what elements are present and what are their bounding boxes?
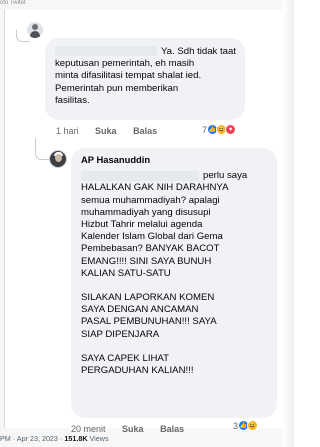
timestamp: 1 hari	[56, 126, 79, 136]
comment-bubble-1: Ya. Sdh tidak taat keputusan pemerintah,…	[45, 38, 245, 120]
redacted-name	[55, 46, 157, 57]
comment-line: SILAKAN LAPORKAN KOMEN	[81, 292, 215, 304]
comment-line: keputusan pemerintah, eh masih	[55, 58, 195, 70]
comment-line: perlu saya	[81, 170, 267, 182]
comment-line: PASAL PEMBUNUHAN!!! SAYA	[81, 316, 217, 328]
views-label: Views	[87, 434, 109, 443]
top-caption: oto Twitet	[0, 0, 26, 6]
comment-line: semua muhammadiyah? apalagi	[81, 194, 220, 206]
tweet-timestamp[interactable]: PM · Apr 23, 2023 ·	[0, 434, 64, 443]
comment-line: Pembebasan? BANYAK BACOT	[81, 243, 220, 255]
comment-line: muhammadiyah yang disusupi	[81, 206, 211, 218]
page-edge	[282, 0, 294, 447]
comment-line: SAYA DENGAN ANCAMAN	[81, 304, 199, 316]
comment-meta-2: 20 menit Suka Balas	[71, 424, 198, 434]
comment-meta-1: 1 hari Suka Balas	[56, 126, 171, 136]
comment-line: Pemerintah pun memberikan	[55, 82, 179, 94]
embedded-photo[interactable]: Ya. Sdh tidak taat keputusan pemerintah,…	[4, 10, 282, 434]
like-button[interactable]: Suka	[122, 424, 144, 434]
comment-author[interactable]: AP Hasanuddin	[81, 154, 267, 166]
view-count: 151.8K	[64, 434, 88, 443]
reply-button[interactable]: Balas	[133, 126, 157, 136]
avatar[interactable]	[49, 150, 67, 168]
reaction-summary[interactable]: 7 👍 😆 ♥	[202, 124, 237, 135]
comment-line: minta difasilitasi tempat shalat ied.	[55, 70, 202, 82]
comment-line: Ya. Sdh tidak taat	[55, 46, 236, 58]
timestamp: 20 menit	[71, 424, 106, 434]
comment-line: Kalender Islam Global dari Gema	[81, 231, 223, 243]
comment-line: SAYA CAPEK LIHAT	[81, 352, 169, 364]
like-button[interactable]: Suka	[95, 126, 117, 136]
redacted-name	[81, 170, 199, 181]
comment-line: Hizbut Tahrir melalui agenda	[81, 219, 203, 231]
thread-line	[35, 138, 49, 160]
comment-bubble-2: AP Hasanuddin perlu saya HALALKAN GAK NI…	[71, 148, 277, 418]
haha-icon: 😆	[247, 420, 259, 431]
comment-line: PERGADUHAN KALIAN!!!	[81, 365, 194, 377]
screenshot-frame: oto Twitet Ya. Sdh tidak taat keputusan …	[0, 0, 294, 447]
reply-button[interactable]: Balas	[160, 424, 184, 434]
comment-line: KALIAN SATU-SATU	[81, 267, 171, 279]
love-icon: ♥	[225, 124, 237, 135]
avatar[interactable]	[27, 22, 43, 38]
reaction-summary[interactable]: 3 👍 😆	[233, 420, 259, 431]
comment-line: SIAP DIPENJARA	[81, 328, 160, 340]
comment-line: fasilitas.	[55, 94, 90, 106]
comment-line: HALALKAN GAK NIH DARAHNYA	[81, 182, 229, 194]
comment-line: EMANG!!!! SINI SAYA BUNUH	[81, 255, 212, 267]
tweet-footer: PM · Apr 23, 2023 · 151.8K Views	[0, 434, 109, 443]
